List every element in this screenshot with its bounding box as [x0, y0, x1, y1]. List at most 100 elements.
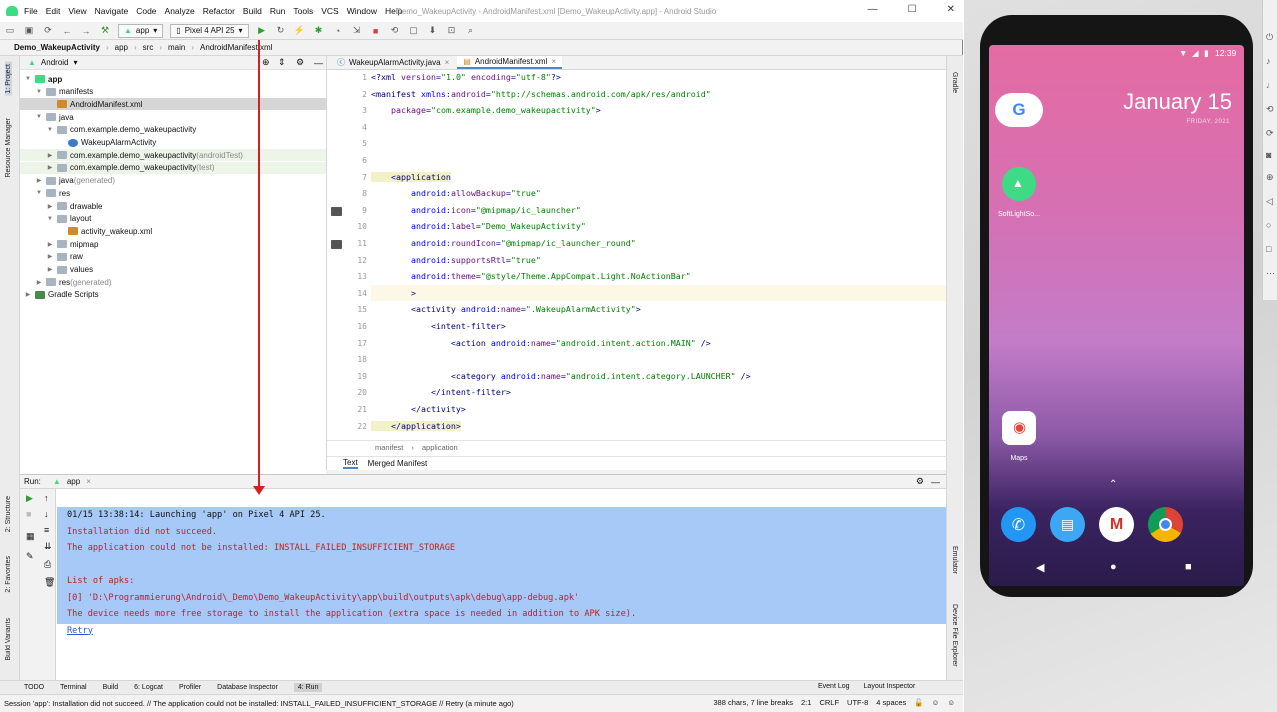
tool-window-4-run[interactable]: 4: Run	[293, 683, 323, 692]
status-line-separator[interactable]: CRLF	[819, 698, 839, 707]
chevron-down-icon[interactable]: ▶	[46, 266, 54, 273]
chevron-down-icon[interactable]: ▶	[46, 253, 54, 260]
soft-wrap-icon[interactable]: ≡	[44, 525, 49, 535]
chevron-down-icon[interactable]: ▼	[24, 76, 32, 82]
code-area[interactable]: <?xml version = "1.0" encoding = "utf-8" ?> <m…	[371, 70, 946, 440]
status-encoding[interactable]: UTF-8	[847, 698, 868, 707]
volume-down-icon[interactable]: ♩	[1266, 80, 1275, 90]
down-icon[interactable]: ↓	[44, 509, 49, 519]
softlight-app-icon[interactable]: ▲	[1002, 167, 1036, 201]
more-icon[interactable]: ⋯	[1266, 268, 1275, 279]
camera-icon[interactable]: ◙	[1266, 150, 1271, 160]
rerun-icon[interactable]: ↻	[275, 25, 287, 37]
menu-edit[interactable]: Edit	[46, 6, 61, 16]
editor-breadcrumb-item[interactable]: manifest	[375, 443, 403, 452]
editor-breadcrumb-item[interactable]: application	[422, 443, 458, 452]
close-button[interactable]: ✕	[947, 4, 955, 15]
phone-app-icon[interactable]: ✆	[1001, 507, 1036, 542]
tree-item[interactable]: ▶ mipmap	[20, 238, 326, 250]
tree-item[interactable]: ▶ java (generated)	[20, 175, 326, 187]
chevron-down-icon[interactable]: ▾	[74, 58, 78, 67]
tool-window-event-log[interactable]: Event Log	[818, 683, 850, 690]
nav-back-icon[interactable]: ◀	[1036, 561, 1044, 574]
project-view-select[interactable]: Android	[41, 58, 69, 67]
print-icon[interactable]: ⎙	[44, 559, 51, 570]
back-icon[interactable]: ◁	[1266, 196, 1273, 207]
tree-item[interactable]: ▶ com.example.demo_wakeupactivity (androi…	[20, 149, 326, 162]
messages-app-icon[interactable]: ▤	[1050, 507, 1085, 542]
face-icon[interactable]: ☺	[932, 698, 940, 707]
tab-text[interactable]: Text	[343, 458, 358, 469]
status-message[interactable]: Session 'app': Installation did not succ…	[4, 699, 514, 708]
tool-gradle[interactable]: Gradle	[951, 72, 958, 93]
tab-wakeupalarmactivity-java[interactable]: ⓒ WakeupAlarmActivity.java ×	[331, 56, 455, 69]
face-icon[interactable]: ☺	[947, 698, 955, 707]
collapse-icon[interactable]: ⇕	[278, 57, 286, 68]
nav-home-icon[interactable]: ●	[1110, 561, 1117, 573]
menu-build[interactable]: Build	[243, 6, 262, 16]
chrome-app-icon[interactable]	[1148, 507, 1183, 542]
tree-item[interactable]: ▶ values	[20, 264, 326, 276]
tool-emulator[interactable]: Emulator	[951, 546, 958, 574]
menu-view[interactable]: View	[68, 6, 86, 16]
rotate-right-icon[interactable]: ⟳	[1266, 128, 1274, 139]
zoom-icon[interactable]: ⊕	[1266, 172, 1274, 183]
breadcrumb-item[interactable]: Demo_WakeupActivity	[14, 43, 100, 52]
tree-item[interactable]: ▼ layout	[20, 213, 326, 225]
lock-icon[interactable]: 🔓	[914, 698, 923, 707]
tool-window-database-inspector[interactable]: Database Inspector	[217, 684, 278, 691]
breadcrumb-item[interactable]: app	[115, 43, 128, 52]
tool-structure[interactable]: 2: Structure	[5, 496, 12, 532]
sync-gradle-icon[interactable]: ⟲	[389, 25, 401, 37]
tool-resource-manager[interactable]: Resource Manager	[5, 118, 12, 178]
chevron-down-icon[interactable]: ▶	[24, 291, 32, 298]
tree-item[interactable]: ▼ res	[20, 187, 326, 199]
run-icon[interactable]: ▶	[256, 25, 268, 37]
tree-item[interactable]: ▶ drawable	[20, 200, 326, 212]
maps-app-icon[interactable]: ◉	[1002, 411, 1036, 445]
tool-window-build[interactable]: Build	[103, 684, 119, 691]
device-select[interactable]: ▯ Pixel 4 API 25 ▾	[170, 23, 249, 38]
chevron-down-icon[interactable]: ▼	[35, 114, 43, 120]
tool-window-todo[interactable]: TODO	[24, 684, 44, 691]
layout-icon[interactable]: ▦	[26, 531, 35, 542]
save-icon[interactable]: ▣	[23, 25, 35, 37]
image-icon[interactable]	[331, 240, 342, 249]
hide-icon[interactable]: —	[931, 477, 940, 487]
tree-item[interactable]: ▶ res (generated)	[20, 276, 326, 288]
sdk-manager-icon[interactable]: ⬇	[427, 25, 439, 37]
close-icon[interactable]: ×	[445, 58, 450, 67]
image-icon[interactable]	[331, 206, 342, 216]
gear-icon[interactable]: ⚙	[916, 476, 924, 487]
chevron-down-icon[interactable]: ▶	[46, 241, 54, 248]
close-icon[interactable]: ×	[86, 477, 91, 486]
profile-icon[interactable]: ◔	[332, 25, 344, 37]
tree-item[interactable]: WakeupAlarmActivity	[20, 137, 326, 149]
tree-item[interactable]: ▶ com.example.demo_wakeupactivity (test)	[20, 161, 326, 174]
apply-changes-icon[interactable]: ⚡	[294, 25, 306, 37]
tool-window-6-logcat[interactable]: 6: Logcat	[134, 684, 163, 691]
close-icon[interactable]: ×	[551, 57, 556, 66]
tool-favorites[interactable]: 2: Favorites	[5, 556, 12, 593]
make-project-icon[interactable]: ⚒	[99, 25, 111, 37]
pin-icon[interactable]: ✎	[26, 551, 34, 562]
tool-device-file-explorer[interactable]: Device File Explorer	[951, 604, 958, 667]
volume-up-icon[interactable]: ♪	[1266, 56, 1271, 66]
scroll-end-icon[interactable]: ⇊	[44, 541, 52, 552]
tree-item[interactable]: AndroidManifest.xml	[20, 98, 326, 111]
debug-icon[interactable]: ✱	[313, 25, 325, 37]
menu-code[interactable]: Code	[136, 6, 156, 16]
avd-manager-icon[interactable]: ▢	[408, 25, 420, 37]
up-icon[interactable]: ↑	[44, 493, 49, 503]
retry-link[interactable]: Retry	[67, 626, 93, 636]
stop-icon[interactable]: ■	[26, 509, 31, 519]
menu-window[interactable]: Window	[347, 6, 377, 16]
stop-icon[interactable]: ■	[370, 25, 382, 37]
breadcrumb-item[interactable]: src	[143, 43, 154, 52]
chevron-down-icon[interactable]: ▶	[35, 177, 43, 184]
rotate-left-icon[interactable]: ⟲	[1266, 104, 1274, 115]
phone-screen[interactable]: ▼ ◢ ▮ 12:39 G January 15 FRIDAY, 2021 ▲ …	[989, 45, 1244, 586]
tree-item[interactable]: ▼ com.example.demo_wakeupactivity	[20, 124, 326, 136]
chevron-down-icon[interactable]: ▶	[46, 164, 54, 171]
chevron-down-icon[interactable]: ▶	[35, 279, 43, 286]
